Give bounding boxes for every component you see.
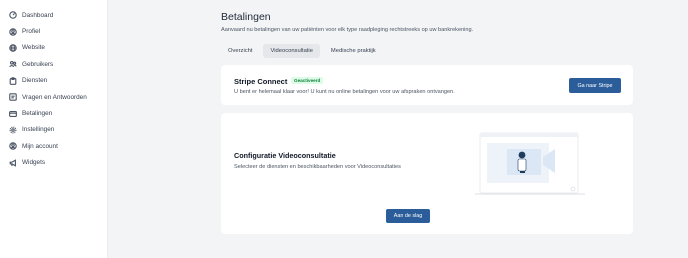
sidebar-item-label: Dashboard — [22, 11, 54, 19]
gear-icon — [9, 126, 17, 134]
sidebar-item-dashboard[interactable]: Dashboard — [0, 7, 107, 23]
sidebar-item-mijn-account[interactable]: Mijn account — [0, 138, 107, 154]
tab-overzicht[interactable]: Overzicht — [221, 44, 259, 58]
sidebar-item-label: Instellingen — [22, 126, 55, 134]
sidebar-item-betalingen[interactable]: Betalingen — [0, 105, 107, 121]
stripe-card-title: Stripe Connect — [234, 77, 288, 86]
user-icon — [9, 27, 17, 36]
status-badge: Geactiveerd — [291, 77, 324, 84]
tab-medische-praktijk[interactable]: Medische praktijk — [324, 44, 383, 58]
account-icon — [9, 142, 17, 151]
config-card-title: Configuratie Videoconsultatie — [234, 151, 336, 160]
sidebar-item-gebruikers[interactable]: Gebruikers — [0, 56, 107, 72]
clipboard-icon — [9, 76, 17, 85]
credit-card-icon — [9, 110, 17, 118]
sidebar-item-widgets[interactable]: Widgets — [0, 155, 107, 171]
qa-icon — [9, 93, 17, 101]
sidebar-item-label: Mijn account — [22, 142, 58, 150]
video-config-card: Configuratie Videoconsultatie Selecteer … — [221, 113, 633, 234]
sidebar: Dashboard Profiel Website Gebruikers Die… — [0, 0, 108, 258]
sidebar-item-profiel[interactable]: Profiel — [0, 23, 107, 39]
sidebar-item-instellingen[interactable]: Instellingen — [0, 122, 107, 138]
page-subtitle: Aanvaard nu betalingen van uw patiënten … — [221, 27, 474, 33]
config-card-description: Selecteer de diensten en beschikbaarhede… — [234, 164, 401, 170]
video-consultation-illustration — [475, 132, 585, 195]
sidebar-item-diensten[interactable]: Diensten — [0, 73, 107, 89]
megaphone-icon — [9, 158, 17, 167]
sidebar-item-vragen-en-antwoorden[interactable]: Vragen en Antwoorden — [0, 89, 107, 105]
get-started-button[interactable]: Aan de slag — [386, 209, 430, 223]
tab-videoconsultatie[interactable]: Videoconsultatie — [263, 44, 320, 58]
tab-bar: Overzicht Videoconsultatie Medische prak… — [221, 44, 383, 58]
sidebar-item-label: Diensten — [22, 77, 48, 85]
stripe-card-description: U bent er helemaal klaar voor! U kunt nu… — [234, 89, 455, 95]
dashboard-icon — [9, 11, 17, 19]
stripe-connect-card: Stripe Connect Geactiveerd U bent er hel… — [221, 65, 633, 105]
page-title: Betalingen — [221, 11, 271, 23]
sidebar-item-label: Betalingen — [22, 110, 53, 118]
sidebar-item-label: Widgets — [22, 159, 46, 167]
sidebar-item-website[interactable]: Website — [0, 40, 107, 56]
sidebar-item-label: Profiel — [22, 28, 41, 36]
sidebar-item-label: Gebruikers — [22, 60, 54, 68]
sidebar-item-label: Vragen en Antwoorden — [22, 93, 87, 101]
users-icon — [9, 60, 17, 68]
globe-icon — [9, 44, 17, 52]
go-to-stripe-button[interactable]: Ga naar Stripe — [569, 78, 621, 93]
sidebar-item-label: Website — [22, 44, 45, 52]
